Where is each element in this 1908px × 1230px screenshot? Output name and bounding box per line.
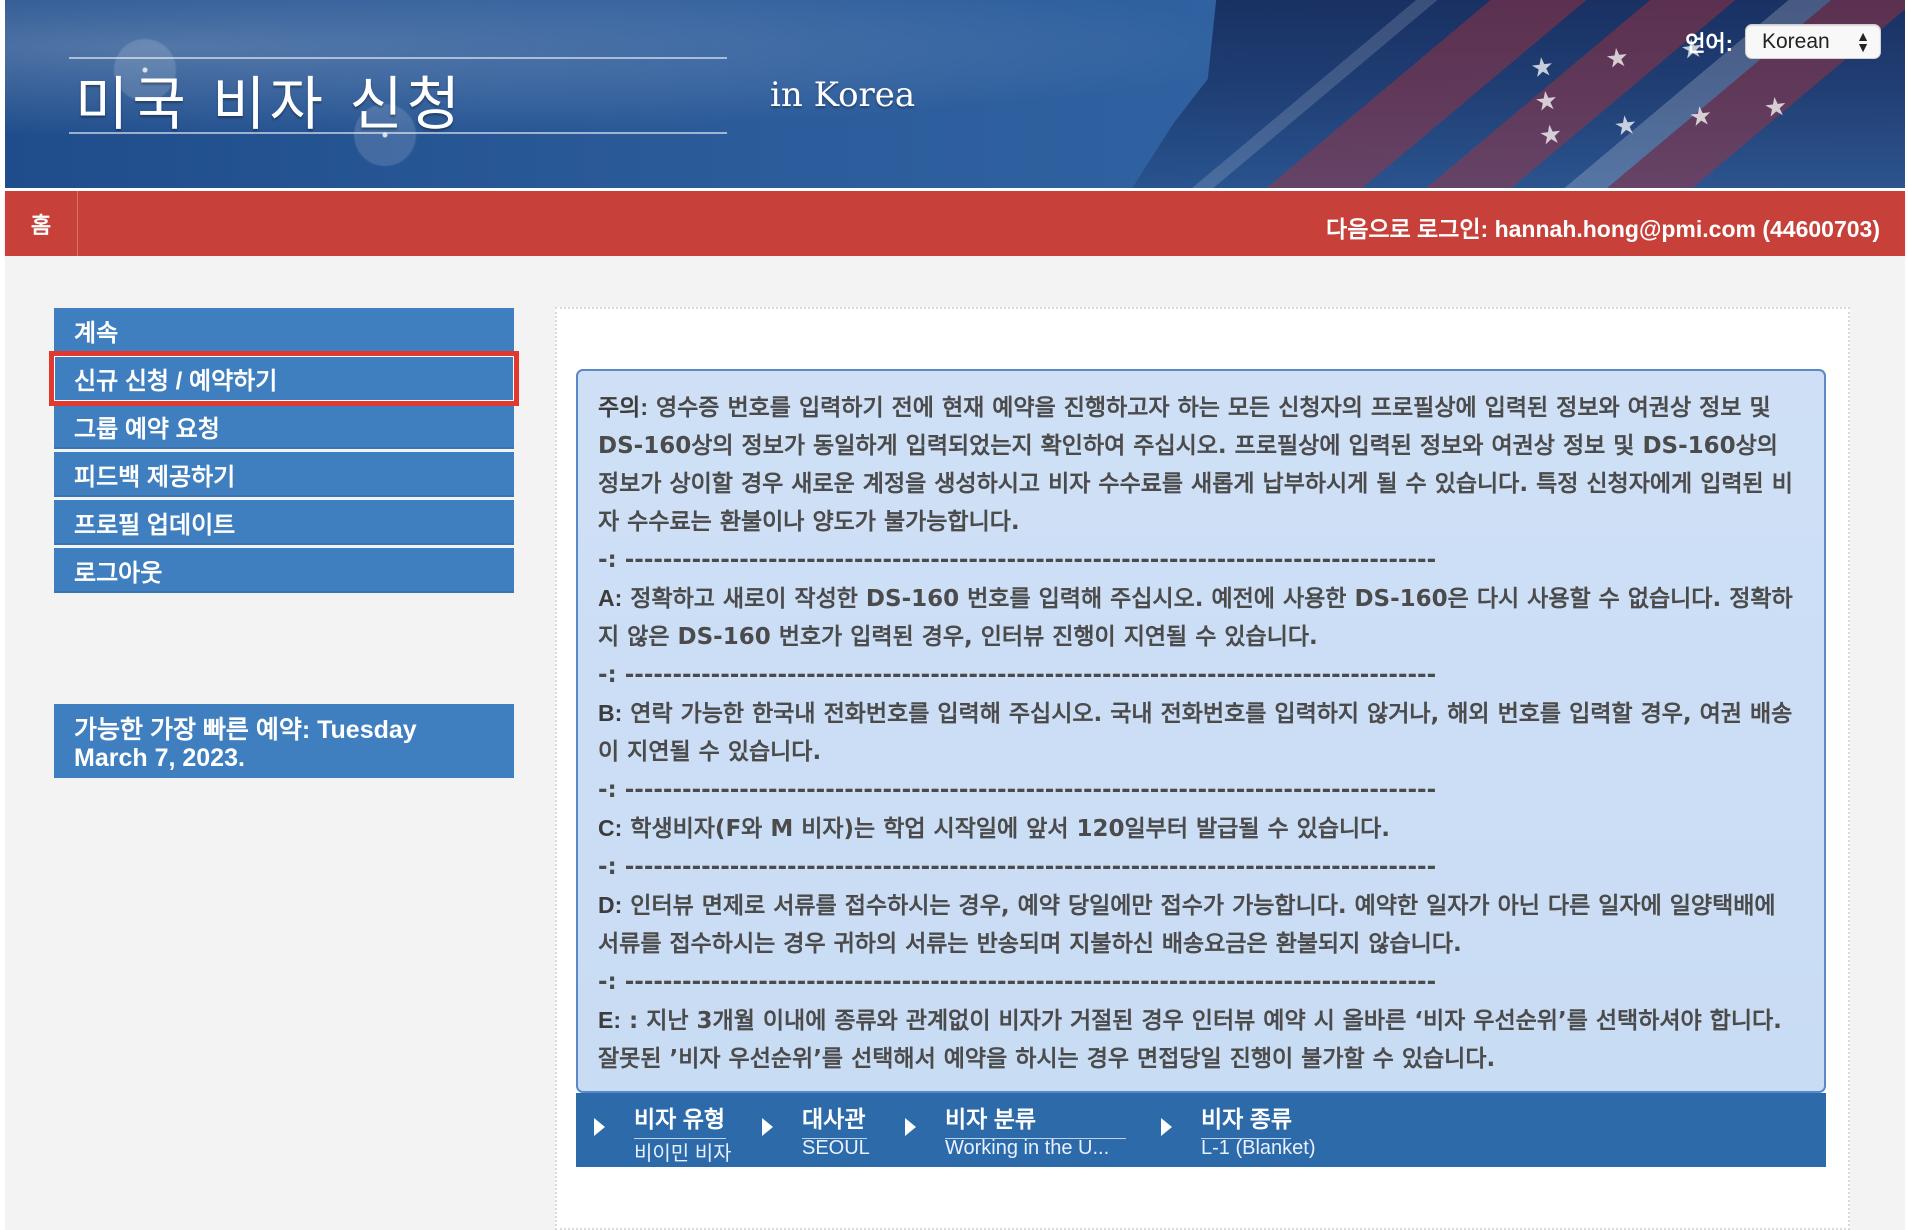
sidebar-menu: 계속 신규 신청 / 예약하기 그룹 예약 요청 피드백 제공하기 프로필 업데… (49, 308, 519, 596)
sidebar-item-group-appointment[interactable]: 그룹 예약 요청 (54, 404, 514, 449)
notice-label: A: (598, 585, 623, 611)
step-title: 비자 유형 (634, 1100, 726, 1139)
notice-separator: -: -------------------------------------… (598, 547, 1437, 573)
notice-text: 학생비자(F와 M 비자)는 학업 시작일에 앞서 120일부터 발급될 수 있… (622, 816, 1391, 842)
sidebar-item-continue[interactable]: 계속 (54, 308, 514, 353)
step-embassy: 대사관 SEOUL (762, 1093, 870, 1167)
sidebar-item-logout[interactable]: 로그아웃 (54, 548, 514, 593)
page-subtitle: in Korea (770, 75, 916, 115)
step-visa-category: 비자 분류 Working in the U... (905, 1093, 1126, 1167)
sidebar-item-profile-update[interactable]: 프로필 업데이트 (54, 500, 514, 545)
notice-text: 정확하고 새로이 작성한 DS-160 번호를 입력해 주십시오. 예전에 사용… (598, 586, 1793, 650)
notice-text: : 지난 3개월 이내에 종류와 관계없이 비자가 거절된 경우 인터뷰 예약 … (598, 1008, 1782, 1072)
notice-paragraph-c: C: 학생비자(F와 M 비자)는 학업 시작일에 앞서 120일부터 발급될 … (598, 809, 1804, 848)
notice-label: E: (598, 1007, 621, 1033)
notice-paragraph-warning: 주의: 영수증 번호를 입력하기 전에 현재 예약을 진행하고자 하는 모든 신… (598, 388, 1804, 541)
notice-separator: -: -------------------------------------… (598, 662, 1437, 688)
visa-application-page: ★ ★ ★ ★ ★ ★ ★ ★ ★ 미국 비자 신청 in Korea 언어: K… (0, 0, 1908, 1230)
step-title: 비자 종류 (1201, 1100, 1292, 1139)
notice-separator: -: -------------------------------------… (598, 969, 1437, 995)
step-title: 대사관 (802, 1100, 867, 1139)
notice-label: 주의: (598, 394, 648, 420)
step-visa-type: 비자 유형 비이민 비자 (594, 1093, 732, 1167)
chevron-up-down-icon: ▲ ▼ (1856, 27, 1870, 55)
main-navigation: 홈 다음으로 로그인: hannah.hong@pmi.com (4460070… (5, 191, 1905, 256)
notice-text: 영수증 번호를 입력하기 전에 현재 예약을 진행하고자 하는 모든 신청자의 … (598, 395, 1793, 535)
notice-paragraph-a: A: 정확하고 새로이 작성한 DS-160 번호를 입력해 주십시오. 예전에… (598, 579, 1804, 656)
sidebar-item-feedback[interactable]: 피드백 제공하기 (54, 452, 514, 497)
right-arrow-icon (905, 1118, 916, 1136)
right-arrow-icon (762, 1118, 773, 1136)
step-value: L-1 (Blanket) (1201, 1137, 1316, 1159)
notice-box: 주의: 영수증 번호를 입력하기 전에 현재 예약을 진행하고자 하는 모든 신… (576, 369, 1826, 1093)
language-selected-value: Korean (1762, 29, 1830, 53)
step-value: SEOUL (802, 1137, 870, 1159)
right-arrow-icon (1161, 1118, 1172, 1136)
notice-paragraph-d: D: 인터뷰 면제로 서류를 접수하시는 경우, 예약 당일에만 접수가 가능합… (598, 886, 1804, 963)
notice-label: C: (598, 815, 623, 841)
language-label: 언어: (1685, 30, 1733, 56)
page-title: 미국 비자 신청 (75, 70, 465, 138)
earliest-appointment-box: 가능한 가장 빠른 예약: Tuesday March 7, 2023. (54, 704, 514, 778)
step-title: 비자 분류 (945, 1100, 1126, 1139)
language-selector-group: 언어: Korean ▲ ▼ (1685, 24, 1881, 59)
notice-paragraph-b: B: 연락 가능한 한국내 전화번호를 입력해 주십시오. 국내 전화번호를 입… (598, 694, 1804, 771)
notice-text: 연락 가능한 한국내 전화번호를 입력해 주십시오. 국내 전화번호를 입력하지… (598, 701, 1793, 765)
step-value: Working in the U... (945, 1137, 1110, 1159)
notice-text: 인터뷰 면제로 서류를 접수하시는 경우, 예약 당일에만 접수가 가능합니다.… (598, 893, 1776, 957)
home-link[interactable]: 홈 (5, 191, 78, 256)
notice-label: D: (598, 892, 623, 918)
right-arrow-icon (594, 1118, 605, 1136)
login-info: 다음으로 로그인: hannah.hong@pmi.com (44600703) (1326, 216, 1880, 242)
sidebar-item-new-application[interactable]: 신규 신청 / 예약하기 (49, 351, 519, 406)
notice-paragraph-e: E: : 지난 3개월 이내에 종류와 관계없이 비자가 거절된 경우 인터뷰 … (598, 1001, 1804, 1078)
step-value: 비이민 비자 (634, 1143, 732, 1165)
notice-separator: -: -------------------------------------… (598, 854, 1437, 880)
site-header: ★ ★ ★ ★ ★ ★ ★ ★ ★ 미국 비자 신청 in Korea 언어: K… (5, 0, 1905, 188)
language-select[interactable]: Korean ▲ ▼ (1745, 24, 1881, 59)
step-visa-class: 비자 종류 L-1 (Blanket) (1161, 1093, 1331, 1167)
application-progress-steps: 비자 유형 비이민 비자 대사관 SEOUL 비자 분류 Working in … (576, 1093, 1826, 1167)
notice-separator: -: -------------------------------------… (598, 777, 1437, 803)
notice-label: B: (598, 700, 623, 726)
